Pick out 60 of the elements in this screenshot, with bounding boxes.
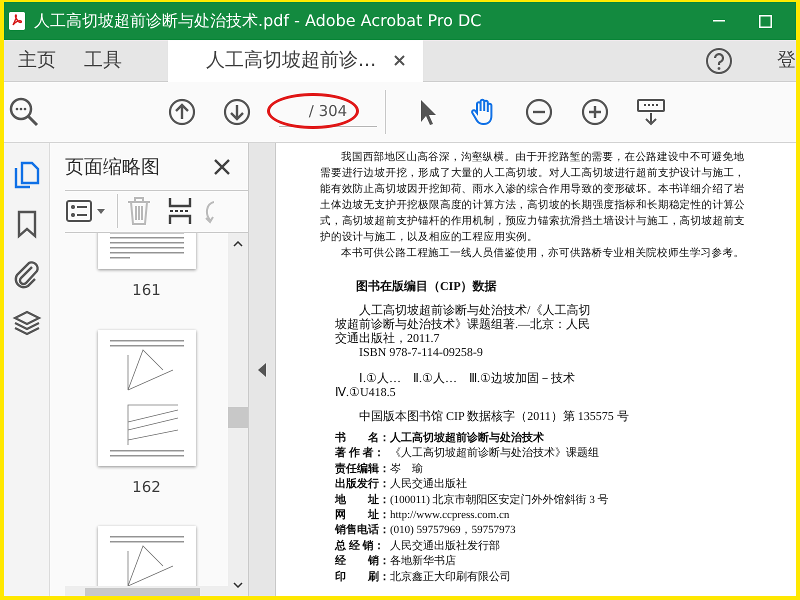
field-label: 著 作 者： (335, 446, 386, 462)
pdf-logo-icon (8, 11, 26, 31)
scroll-down-icon[interactable] (233, 582, 243, 588)
page-thumbnail[interactable] (98, 330, 196, 466)
close-icon[interactable] (394, 55, 406, 66)
cip-heading: 图书在版编目（CIP）数据 (356, 279, 498, 293)
field-value: (010) 59757969，59757973 (390, 523, 516, 538)
vertical-scrollbar[interactable] (228, 233, 248, 596)
page-number: 162 (132, 476, 161, 498)
field-label: 书 名： (335, 431, 390, 446)
field-label: 销售电话： (335, 523, 390, 538)
cip-entry: 人工高切坡超前诊断与处治技术/《人工高切坡超前诊断与处治技术》课题组著.—北京：人民交通出版社，2011.7 (335, 303, 592, 345)
horizontal-scrollbar[interactable] (85, 588, 200, 596)
paperclip-icon[interactable] (12, 259, 42, 289)
field-label: 印 刷： (335, 570, 390, 585)
trash-icon (126, 196, 152, 226)
page-number-field[interactable]: / 304 (279, 97, 377, 127)
expand-panel-icon[interactable] (258, 362, 266, 376)
field-value: 人民交通出版社 (390, 477, 467, 492)
tab-label: 人工高切坡超前诊... (206, 48, 376, 74)
field-label: 网 址： (335, 508, 390, 523)
panel-title: 页面缩略图 (65, 155, 160, 180)
page-thumbnail[interactable] (98, 233, 196, 270)
field-label: 地 址： (335, 492, 390, 508)
scroll-up-icon[interactable] (233, 241, 243, 248)
document-tab[interactable]: 人工高切坡超前诊... (168, 40, 424, 82)
next-page-button[interactable] (223, 98, 251, 126)
field-value: 北京鑫正大印刷有限公司 (390, 570, 511, 585)
zoom-in-icon[interactable] (580, 97, 610, 127)
close-icon[interactable] (214, 159, 230, 176)
cip-entry: 中国版本图书馆 CIP 数据核字（2011）第 135575 号 (358, 409, 630, 423)
field-value: (100011) 北京市朝阳区安定门外外馆斜街 3 号 (390, 492, 609, 508)
page-number: 161 (132, 280, 161, 302)
window-title: 人工高切坡超前诊断与处治技术.pdf - Adobe Acrobat Pro DC (34, 10, 482, 32)
tab[interactable]: 主页 (4, 40, 70, 82)
minimize-icon[interactable] (713, 20, 725, 22)
field-value: 岑 瑜 (390, 462, 423, 477)
cip-entry: ISBN 978-7-114-09258-9 (358, 345, 484, 359)
field-value: 各地新华书店 (390, 554, 456, 570)
scrollbar-thumb[interactable] (228, 407, 248, 428)
field-value: 人工高切坡超前诊断与处治技术 (390, 431, 544, 446)
cip-entry: Ⅰ.①人… Ⅱ.①人… Ⅲ.①边坡加固－技术 Ⅳ.①U418.5 (335, 371, 576, 399)
keyboard-icon[interactable] (636, 97, 666, 127)
field-label: 出版发行： (335, 477, 390, 492)
paragraph: 我国西部地区山高谷深，沟壑纵横。由于开挖路堑的需要，在公路建设中不可避免地需要进行边坡开挖，形成了大量的人工高切坡。对人工高切坡进行超前支护设计与施工，能有效防止高切坡因开挖卸荷、雨水入渗的综合作用导致的变形破坏。本书详细介绍了岩土体边坡无支护开挖极限高度的计算方法，高切坡的长期强度指标和长期稳定性的计算公式，高切坡超前支护锚杆的作用机制，预应力锚索抗滑挡土墙设计与施工，高切坡超前支护的设计与施工，以及相应的工程应用实例。 (320, 150, 746, 245)
field-value: 《人工高切坡超前诊断与处治技术》课题组 (390, 446, 599, 462)
maximize-icon[interactable] (759, 14, 772, 28)
field-label: 经 销： (335, 554, 390, 570)
field-value: http://www.ccpress.com.cn (390, 508, 510, 523)
page-layout-icon[interactable] (168, 196, 192, 226)
tab[interactable]: 工具 (70, 40, 136, 82)
search-icon[interactable] (8, 96, 40, 128)
sign-in-link[interactable]: 登 (763, 40, 796, 82)
paragraph: 本书可供公路工程施工一线人员借鉴使用，亦可供路桥专业相关院校师生学习参考。 (340, 246, 746, 261)
field-label: 责任编辑： (335, 462, 390, 477)
zoom-out-icon[interactable] (524, 97, 554, 127)
field-label: 总 经 销： (335, 538, 386, 554)
help-icon[interactable] (705, 46, 733, 74)
previous-page-button[interactable] (168, 98, 196, 126)
field-value: 人民交通出版社发行部 (390, 538, 500, 554)
